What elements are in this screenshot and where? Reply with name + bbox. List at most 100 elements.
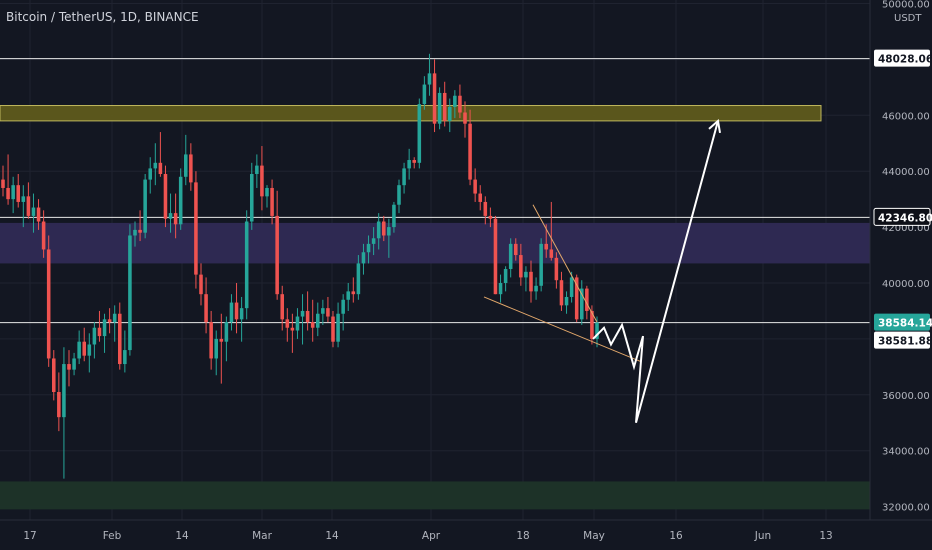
price-axis-tick: 36000.00 [882,391,930,402]
candle-body [128,235,132,351]
candle-body [412,160,417,163]
candle-body [453,95,457,107]
candle-body [239,308,244,320]
candle-body [26,196,31,216]
candle-body [569,277,574,297]
candle-body [321,308,325,314]
candle-body [529,271,533,292]
price-axis-tick: 32000.00 [882,503,930,514]
candle-body [544,243,549,250]
candle-body [275,215,279,295]
candle-body [331,316,335,342]
candle-body [392,204,396,228]
candle-body [427,73,432,85]
candle-body [290,327,295,331]
candle-body [87,344,92,356]
candle-body [46,249,51,359]
candle-body [178,176,183,225]
chart-stage[interactable]: 50000.00 46000.00 44000.00 42000.00 40000.00… [0,0,932,550]
candle-body [11,185,15,200]
candle-body [6,187,10,200]
candle-body [442,92,447,121]
candle-body [519,255,523,278]
candle-body [524,271,528,278]
candle-body [478,193,483,202]
candle-body [315,313,320,328]
price-label-text: 38581.88 [878,336,932,348]
zone-resistance [0,105,822,122]
candle-body [194,182,198,275]
candle-body [153,162,158,169]
price-axis-tick: 50000.00 [882,0,930,11]
candle-body [158,162,163,174]
candle-body [447,106,452,121]
candle-body [41,221,46,250]
candle-body [92,327,97,345]
candle-body [209,322,213,359]
candle-body [133,229,137,236]
time-axis-tick: Mar [252,530,272,542]
candle-body [574,277,579,320]
candle-body [36,207,41,222]
candle-body [1,179,5,188]
price-label-text: 42346.80 [878,212,932,224]
candle-body [295,316,300,331]
candle-body [214,338,219,359]
time-axis-tick: 18 [516,530,529,542]
candle-body [148,168,153,180]
candle-body [270,187,274,216]
candle-body [280,294,285,320]
candle-body [229,302,234,323]
candle-body [488,215,493,219]
candle-body [534,285,538,292]
candle-body [468,123,472,180]
candle-body [371,238,376,244]
price-axis-tick: 44000.00 [882,167,930,178]
candle-body [564,296,569,306]
candle-body [458,95,462,113]
candle-body [300,310,305,317]
candle-body [224,322,229,342]
candle-body [508,243,513,270]
candle-body [249,173,254,222]
candle-body [356,263,361,295]
candle-body [255,165,259,174]
candle-body [67,364,71,370]
candle-body [168,213,173,219]
candle-body [422,84,427,105]
candle-body [346,291,351,300]
candle-body [513,243,518,256]
candle-body [554,257,559,281]
candle-body [97,327,102,337]
price-label-text: 48028.06 [878,54,932,66]
candle-body [265,187,269,197]
candle-body [112,313,117,323]
candle-body [31,207,36,216]
candle-body [336,313,340,342]
price-axis-tick: 46000.00 [882,111,930,122]
candle-body [387,227,391,236]
candle-body [437,92,442,124]
price-chart[interactable]: 50000.0046000.0044000.0042000.0040000.00… [0,0,932,550]
candle-body [21,196,26,202]
candle-body [204,294,208,323]
candle-body [260,165,264,197]
time-axis-tick: 14 [325,530,339,542]
candle-body [473,179,477,194]
candle-body [57,392,61,418]
candle-body [123,350,127,365]
candle-body [285,319,290,328]
candle-body [407,160,411,169]
candle-body [559,280,564,306]
candle-body [549,249,554,258]
candle-body [361,252,366,264]
candle-body [173,213,178,225]
candle-body [16,185,21,202]
candle-body [219,338,224,342]
price-axis-tick: 40000.00 [882,279,930,290]
candle-body [397,185,401,205]
candle-body [77,341,81,359]
wedge-lower-line [483,296,641,362]
candle-body [381,221,386,236]
candle-body [310,322,315,328]
